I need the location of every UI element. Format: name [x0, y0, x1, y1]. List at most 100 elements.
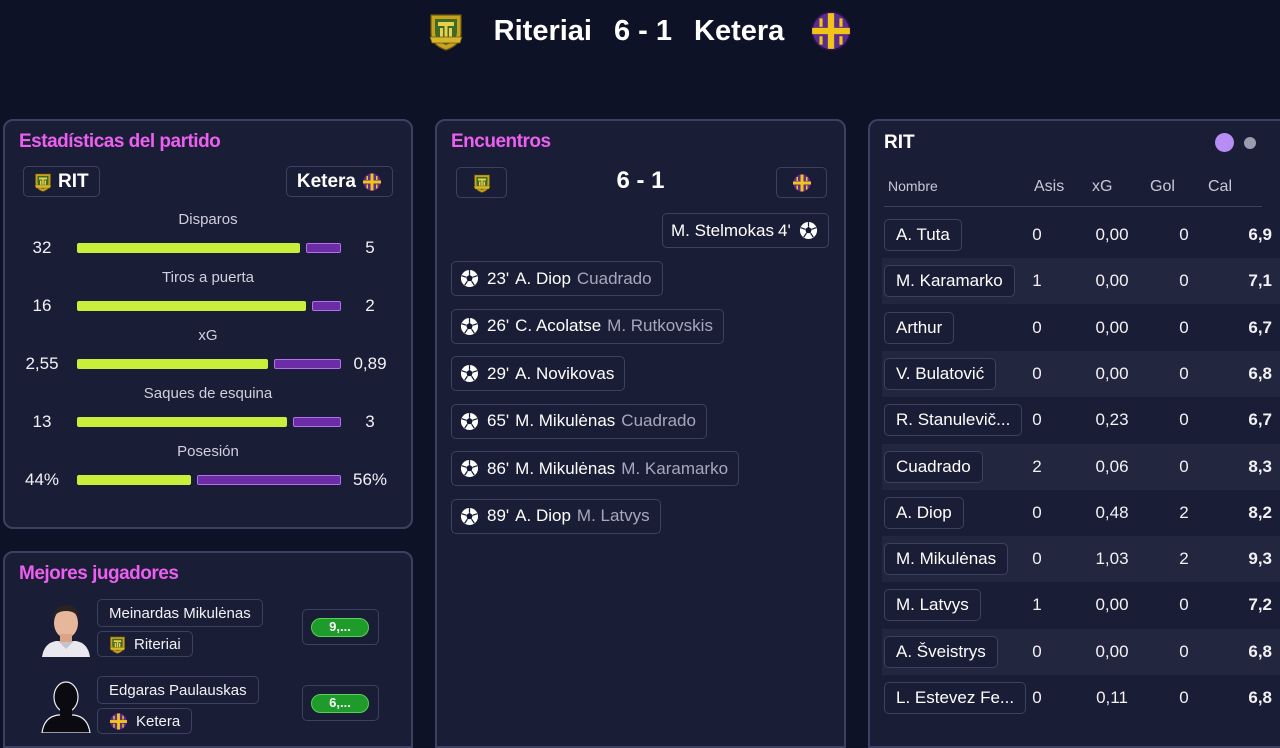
goal-assist: M. Rutkovskis: [607, 316, 713, 335]
goal-event-home[interactable]: 23' A. Diop Cuadrado: [451, 261, 663, 296]
table-row[interactable]: R. Stanulevič... 0 0,23 0 6,7: [882, 397, 1280, 443]
stat-away-value: 5: [365, 238, 375, 257]
player-name-tag[interactable]: V. Bulatović: [884, 357, 997, 390]
player-name-tag[interactable]: M. Mikulėnas: [884, 543, 1009, 576]
silhouette-icon[interactable]: [38, 673, 94, 733]
cell-assists: 0: [1032, 410, 1042, 430]
page-indicator-inactive[interactable]: [1244, 137, 1256, 149]
player-club-tag[interactable]: Riteriai: [97, 631, 193, 657]
player-name-tag[interactable]: Cuadrado: [884, 450, 983, 483]
table-row[interactable]: A. Diop 0 0,48 2 8,2: [882, 490, 1280, 536]
player-name-tag[interactable]: A. Tuta: [884, 219, 962, 251]
table-row[interactable]: L. Estevez Fe... 0 0,11 0 6,8: [882, 675, 1280, 721]
player-name-tag[interactable]: Arthur: [884, 311, 955, 344]
cell-xg: 0,23: [1095, 410, 1129, 430]
goal-event-home[interactable]: 89' A. Diop M. Latvys: [451, 498, 661, 534]
player-name-tag[interactable]: M. Karamarko: [884, 265, 1015, 298]
table-row[interactable]: A. Šveistrys 0 0,00 0 6,8: [882, 628, 1280, 675]
home-team-tag[interactable]: RIT: [23, 166, 100, 197]
goal-event-home[interactable]: 29' A. Novikovas: [451, 356, 626, 391]
table-row[interactable]: V. Bulatović 0 0,00 0 6,8: [882, 350, 1280, 397]
football-icon: [460, 459, 479, 478]
column-header-goals[interactable]: Gol: [1150, 178, 1175, 196]
goal-event-away[interactable]: M. Stelmokas 4': [662, 213, 829, 248]
goal-minute: 4': [777, 220, 791, 240]
goal-assist: M. Karamarko: [621, 458, 729, 478]
goal-assist: Cuadrado: [576, 268, 652, 288]
player-name: Cuadrado: [896, 456, 971, 476]
goal-event-home[interactable]: 26' C. Acolatse M. Rutkovskis: [451, 308, 724, 344]
player-name-tag[interactable]: A. Diop: [884, 496, 964, 529]
player-club-tag[interactable]: Ketera: [97, 708, 193, 734]
table-row[interactable]: M. Mikulėnas 0 1,03 2 9,3: [882, 536, 1280, 583]
goal-scorer: C. Acolatse: [515, 316, 602, 335]
panel-title: Estadísticas del partido: [19, 131, 221, 152]
column-header-rating[interactable]: Cal: [1208, 178, 1232, 196]
football-icon: [460, 317, 479, 336]
stat-label: Posesión: [177, 443, 239, 460]
ketera-crest-icon: [109, 712, 128, 731]
goal-scorer: A. Diop: [515, 268, 571, 288]
stat-away-value: 56%: [352, 470, 388, 489]
away-crest-tag[interactable]: [776, 167, 827, 198]
stat-away-value: 2: [365, 296, 375, 315]
cell-xg: 0,48: [1095, 502, 1129, 522]
stat-row: Saques de esquina 13 3: [5, 385, 411, 443]
player-name: A. Diop: [896, 502, 952, 522]
home-team-name[interactable]: Riteriai: [494, 15, 592, 48]
table-row[interactable]: Arthur 0 0,00 0 6,7: [882, 305, 1280, 351]
player-name-tag[interactable]: Meinardas Mikulėnas: [97, 599, 263, 627]
cell-assists: 0: [1032, 225, 1042, 244]
cell-xg: 1,03: [1095, 549, 1129, 569]
player-rating-box[interactable]: 6,...: [302, 685, 379, 721]
cell-assists: 0: [1032, 688, 1042, 707]
match-stats-panel: Estadísticas del partido RIT Ketera Disp…: [3, 119, 413, 529]
cell-rating: 8,3: [1248, 456, 1272, 476]
cell-rating: 8,2: [1248, 502, 1272, 522]
cell-rating: 9,3: [1248, 549, 1272, 569]
stat-row: Disparos 32 5: [5, 211, 411, 269]
away-team-tag[interactable]: Ketera: [285, 166, 393, 197]
cell-rating: 6,8: [1248, 688, 1272, 707]
cell-assists: 2: [1032, 456, 1042, 476]
player-name-tag[interactable]: R. Stanulevič...: [884, 404, 1023, 437]
ketera-crest-icon[interactable]: [810, 10, 852, 52]
goal-minute: 23': [487, 268, 510, 288]
cell-xg: 0,11: [1096, 688, 1128, 707]
cell-goals: 0: [1179, 688, 1189, 707]
player-name-tag[interactable]: Edgaras Paulauskas: [97, 676, 259, 704]
away-team-name[interactable]: Ketera: [694, 15, 784, 48]
table-row[interactable]: M. Latvys 1 0,00 0 7,2: [882, 582, 1280, 628]
stat-row: xG 2,55 0,89: [5, 327, 411, 385]
table-row[interactable]: Cuadrado 2 0,06 0 8,3: [882, 443, 1280, 490]
player-name-tag[interactable]: L. Estevez Fe...: [884, 682, 1027, 714]
player-name-tag[interactable]: A. Šveistrys: [884, 635, 998, 668]
page-indicator-active[interactable]: [1215, 133, 1234, 152]
cell-xg: 0,00: [1095, 363, 1129, 383]
column-header-xg[interactable]: xG: [1092, 178, 1112, 196]
player-photo[interactable]: [38, 597, 94, 657]
column-header-name[interactable]: Nombre: [888, 178, 938, 194]
table-row[interactable]: M. Karamarko 1 0,00 0 7,1: [882, 258, 1280, 305]
player-name-tag[interactable]: M. Latvys: [884, 589, 981, 622]
cell-goals: 0: [1179, 410, 1189, 430]
player-name: M. Karamarko: [896, 271, 1003, 291]
player-rating-badge: 6,...: [311, 694, 369, 713]
riteriai-crest-icon[interactable]: [428, 11, 464, 51]
goal-event-home[interactable]: 65' M. Mikulėnas Cuadrado: [451, 403, 707, 439]
ketera-crest-icon: [362, 172, 382, 192]
cell-xg: 0,00: [1095, 595, 1129, 615]
table-row[interactable]: A. Tuta 0 0,00 0 6,9: [882, 212, 1280, 258]
stat-row: Posesión 44% 56%: [5, 443, 411, 501]
stat-label: xG: [198, 327, 218, 344]
player-rating-box[interactable]: 9,...: [302, 609, 379, 645]
stat-away-bar: [306, 243, 341, 253]
cell-assists: 1: [1032, 595, 1042, 615]
column-header-assists[interactable]: Asis: [1034, 178, 1064, 196]
cell-xg: 0,06: [1095, 456, 1129, 476]
table-team-title: RIT: [884, 132, 915, 153]
stat-away-value: 0,89: [353, 354, 387, 373]
player-club: Ketera: [136, 712, 181, 730]
goal-event-home[interactable]: 86' M. Mikulėnas M. Karamarko: [451, 451, 740, 486]
player-name: M. Latvys: [896, 595, 969, 615]
